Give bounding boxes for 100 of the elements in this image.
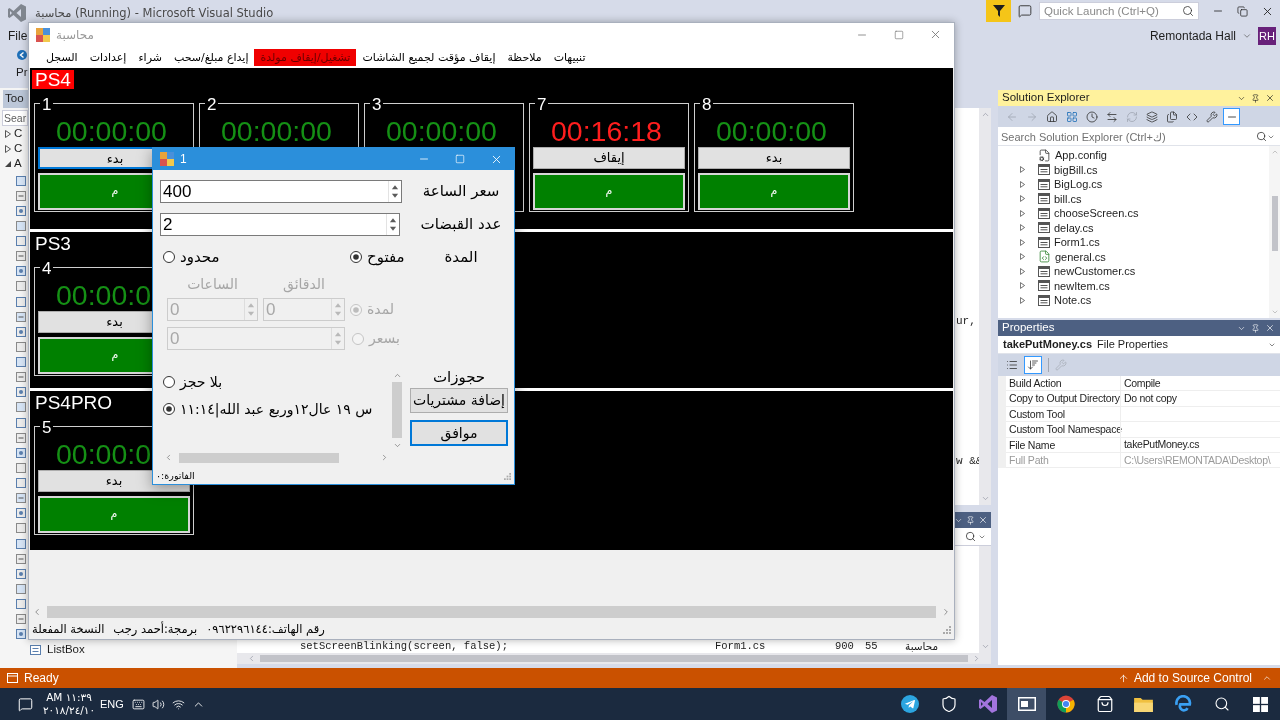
search-field[interactable]: Sear xyxy=(2,110,28,126)
clock-date[interactable]: ٢٠١٨/٢٤/١٠ xyxy=(42,704,96,717)
scrollbar-thumb[interactable] xyxy=(47,606,936,618)
radio-option[interactable]: مفتوح xyxy=(350,245,405,269)
square-icon[interactable] xyxy=(16,236,26,247)
square-icon[interactable] xyxy=(16,508,26,519)
search-field[interactable]: Search Solution Explorer (Ctrl+ك) xyxy=(998,128,1280,146)
tree-item[interactable]: newCustomer.cs xyxy=(998,264,1269,279)
radio-option[interactable]: س ١٩ عال١٢وربع عبد الله|١١:١٤ xyxy=(163,401,373,417)
menu-item[interactable]: File xyxy=(8,27,28,45)
vertical-scrollbar[interactable] xyxy=(979,546,991,653)
square-icon[interactable] xyxy=(16,341,26,352)
bill-button[interactable]: م xyxy=(38,337,152,374)
square-icon[interactable] xyxy=(16,205,26,216)
toolbar-button[interactable] xyxy=(1143,108,1160,125)
notification-filter-button[interactable] xyxy=(986,0,1011,22)
language-indicator[interactable]: ENG xyxy=(100,695,124,713)
toolbar-button[interactable] xyxy=(1024,356,1042,374)
number-field[interactable]: 400 xyxy=(160,180,402,203)
scrollbar-thumb[interactable] xyxy=(1271,196,1278,251)
square-icon[interactable] xyxy=(16,326,26,337)
tree-item[interactable]: general.cs xyxy=(998,249,1269,264)
collapsed-arrow-icon[interactable] xyxy=(5,144,11,153)
bill-button[interactable]: م xyxy=(533,173,685,210)
toolbar-button[interactable] xyxy=(1203,108,1220,125)
toolbox-item[interactable]: ListBox xyxy=(47,641,85,659)
menu-item[interactable]: إيداع مبلغ/سحب xyxy=(167,48,255,66)
tree-item[interactable]: newItem.cs xyxy=(998,278,1269,293)
menu-item[interactable]: السجل xyxy=(40,48,84,66)
spin-arrows-icon[interactable] xyxy=(389,218,397,231)
square-icon[interactable] xyxy=(16,432,26,443)
tree-item[interactable]: bill.cs xyxy=(998,191,1269,206)
tree-item[interactable]: App.config xyxy=(998,148,1269,163)
collapsed-arrow-icon[interactable] xyxy=(5,129,11,138)
bill-button[interactable]: م xyxy=(38,496,190,533)
taskbar-button[interactable] xyxy=(1007,688,1046,720)
menu-item[interactable]: إعدادات xyxy=(83,48,133,66)
tree-item[interactable]: Note.cs xyxy=(998,293,1269,308)
spin-arrows-icon[interactable] xyxy=(391,185,399,198)
square-icon[interactable] xyxy=(16,478,26,489)
square-icon[interactable] xyxy=(16,553,26,564)
scrollbar-thumb[interactable] xyxy=(179,452,339,463)
vertical-scrollbar[interactable] xyxy=(979,108,991,505)
square-icon[interactable] xyxy=(16,251,26,262)
square-icon[interactable] xyxy=(16,357,26,368)
start-stop-button[interactable]: بدء xyxy=(698,147,850,169)
scrollbar-thumb[interactable] xyxy=(260,655,968,662)
start-stop-button[interactable]: بدء xyxy=(38,147,152,169)
square-icon[interactable] xyxy=(16,629,26,640)
menu-item[interactable]: شراء xyxy=(132,48,168,66)
square-icon[interactable] xyxy=(16,538,26,549)
square-icon[interactable] xyxy=(16,372,26,383)
square-icon[interactable] xyxy=(16,190,26,201)
radio-option[interactable]: محدود xyxy=(163,245,220,269)
quick-launch-field[interactable]: Quick Launch (Ctrl+Q) xyxy=(1039,2,1199,20)
toolbar-button[interactable] xyxy=(1223,108,1240,125)
start-stop-button[interactable]: إيقاف xyxy=(533,147,685,169)
dialog-button[interactable]: موافق xyxy=(410,420,508,446)
square-icon[interactable] xyxy=(16,599,26,610)
toolbar-label[interactable]: Pr xyxy=(16,65,28,79)
dialog-button[interactable]: إضافة مشتريات xyxy=(410,388,508,413)
square-icon[interactable] xyxy=(16,175,26,186)
tree-item[interactable]: chooseScreen.cs xyxy=(998,206,1269,221)
square-icon[interactable] xyxy=(16,493,26,504)
square-icon[interactable] xyxy=(16,387,26,398)
bill-button[interactable]: م xyxy=(698,173,850,210)
menu-item[interactable]: تنبيهات xyxy=(547,48,592,66)
property-value[interactable]: Compile xyxy=(1124,375,1161,391)
square-icon[interactable] xyxy=(16,568,26,579)
square-icon[interactable] xyxy=(16,462,26,473)
start-stop-button[interactable]: بدء xyxy=(38,311,152,333)
property-value[interactable]: takePutMoney.cs xyxy=(1124,437,1200,453)
square-icon[interactable] xyxy=(16,447,26,458)
square-icon[interactable] xyxy=(16,266,26,277)
square-icon[interactable] xyxy=(16,402,26,413)
tree-item[interactable]: bigBill.cs xyxy=(998,162,1269,177)
toolbar-button[interactable] xyxy=(1083,108,1100,125)
horizontal-scrollbar[interactable] xyxy=(237,653,991,664)
clock-time[interactable]: AM ١١:٣٩ xyxy=(46,691,92,704)
square-icon[interactable] xyxy=(16,614,26,625)
tree-item[interactable]: Form1.cs xyxy=(998,235,1269,250)
square-icon[interactable] xyxy=(16,523,26,534)
account-avatar[interactable]: RH xyxy=(1258,27,1276,45)
tree-item[interactable]: BigLog.cs xyxy=(998,177,1269,192)
square-icon[interactable] xyxy=(16,311,26,322)
square-icon[interactable] xyxy=(16,296,26,307)
square-icon[interactable] xyxy=(16,220,26,231)
tree-item[interactable]: delay.cs xyxy=(998,220,1269,235)
menu-item[interactable]: إيقاف مؤقت لجميع الشاشات xyxy=(356,48,502,66)
vertical-scrollbar[interactable] xyxy=(1269,146,1280,318)
menu-item[interactable]: ملاحظة xyxy=(501,48,548,66)
account-name[interactable]: Remontada Hall xyxy=(1149,27,1236,45)
source-control-button[interactable]: Add to Source Control xyxy=(1117,669,1272,687)
square-icon[interactable] xyxy=(16,583,26,594)
scrollbar-thumb[interactable] xyxy=(392,382,402,438)
expanded-arrow-icon[interactable] xyxy=(5,159,11,168)
bill-button[interactable]: م xyxy=(38,173,152,210)
number-field[interactable]: 2 xyxy=(160,213,400,236)
square-icon[interactable] xyxy=(16,417,26,428)
square-icon[interactable] xyxy=(16,281,26,292)
